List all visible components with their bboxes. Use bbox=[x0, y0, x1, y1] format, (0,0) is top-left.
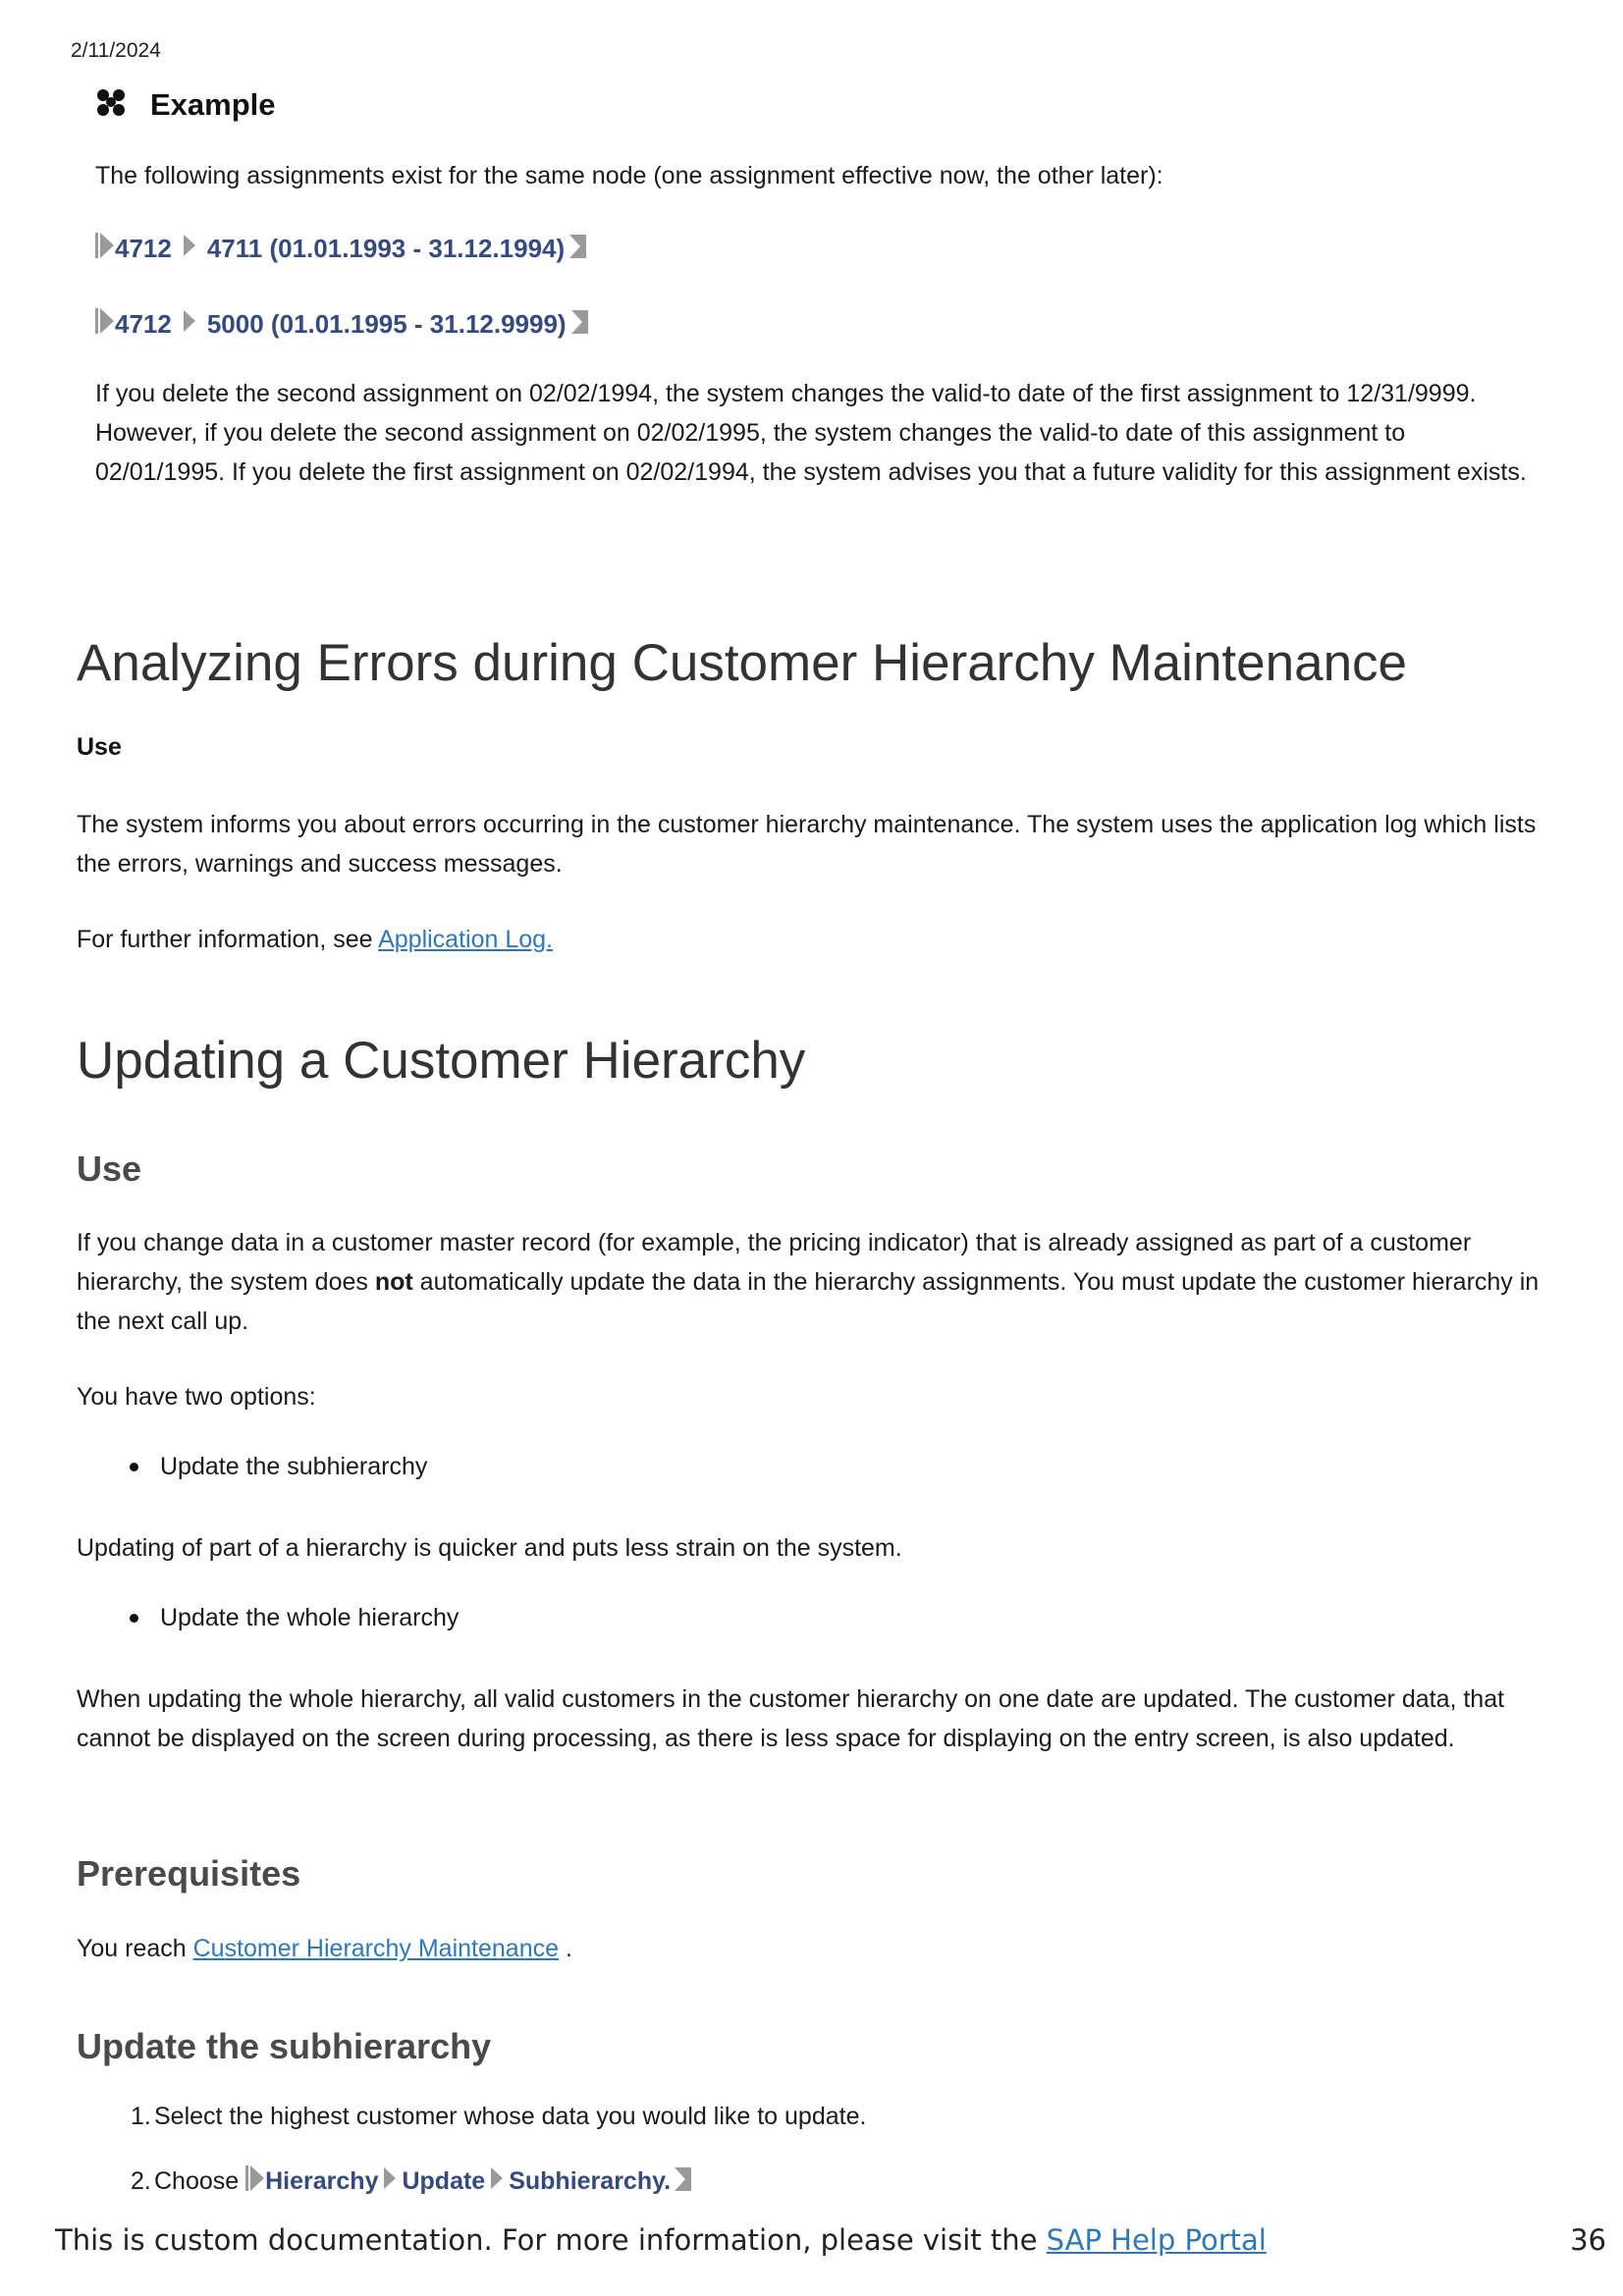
page-date: 2/11/2024 bbox=[71, 39, 161, 62]
bullet-dot bbox=[130, 1614, 138, 1623]
path-start-icon bbox=[95, 306, 115, 343]
prereq-body: You reach Customer Hierarchy Maintenance… bbox=[77, 1929, 1549, 1968]
path-node: 4712 bbox=[115, 309, 172, 339]
menu-path-subhierarchy: Hierarchy Update Subhierarchy. bbox=[245, 2163, 693, 2200]
example-explanation: If you delete the second assignment on 0… bbox=[95, 380, 1527, 486]
application-log-link[interactable]: Application Log. bbox=[378, 926, 553, 953]
path-end-icon bbox=[674, 2163, 693, 2200]
chevron-right-icon bbox=[489, 2163, 505, 2200]
footer-text: This is custom documentation. For more i… bbox=[55, 2223, 1047, 2257]
option1-label: Update the subhierarchy bbox=[160, 1453, 428, 1480]
chevron-right-icon bbox=[182, 231, 197, 267]
bullet-dot bbox=[130, 1463, 138, 1471]
path-start-icon bbox=[245, 2163, 265, 2200]
option2-description: When updating the whole hierarchy, all v… bbox=[77, 1685, 1505, 1752]
errors-further-info: For further information, see Application… bbox=[77, 920, 1549, 959]
menu-path-1: 4712 4711 (01.01.1993 - 31.12.1994) bbox=[95, 231, 1548, 267]
section-title-update: Updating a Customer Hierarchy bbox=[77, 1032, 806, 1090]
page-footer: This is custom documentation. For more i… bbox=[55, 2223, 1606, 2257]
step-1: 1. Select the highest customer whose dat… bbox=[131, 2103, 867, 2131]
use-heading: Use bbox=[77, 1148, 142, 1189]
example-header: Example bbox=[95, 86, 1548, 123]
option2-label: Update the whole hierarchy bbox=[160, 1604, 460, 1631]
use-body: If you change data in a customer master … bbox=[77, 1223, 1549, 1341]
list-item: Update the whole hierarchy bbox=[130, 1604, 459, 1632]
example-intro: The following assignments exist for the … bbox=[95, 162, 1163, 189]
example-icon bbox=[95, 86, 129, 123]
path-node: 4712 bbox=[115, 234, 172, 263]
path-assignment: 4711 (01.01.1993 - 31.12.1994) bbox=[206, 234, 566, 263]
path-hierarchy: Hierarchy bbox=[265, 2167, 379, 2195]
step-number: 2. bbox=[131, 2167, 151, 2195]
path-end-icon bbox=[570, 306, 590, 343]
prereq-suffix: . bbox=[559, 1935, 572, 1962]
path-assignment: 5000 (01.01.1995 - 31.12.9999) bbox=[206, 309, 567, 339]
options-intro: You have two options: bbox=[77, 1383, 316, 1411]
path-update: Update bbox=[402, 2167, 486, 2195]
customer-hierarchy-maintenance-link[interactable]: Customer Hierarchy Maintenance bbox=[193, 1935, 559, 1962]
step-2-prefix: Choose bbox=[154, 2167, 246, 2195]
menu-path-2: 4712 5000 (01.01.1995 - 31.12.9999) bbox=[95, 306, 1548, 343]
example-title: Example bbox=[150, 86, 276, 122]
step-1-text: Select the highest customer whose data y… bbox=[154, 2103, 867, 2130]
option1-description: Updating of part of a hierarchy is quick… bbox=[77, 1534, 902, 1562]
page-number: 36 bbox=[1570, 2223, 1606, 2257]
prereq-heading: Prerequisites bbox=[77, 1853, 301, 1894]
section-title-errors: Analyzing Errors during Customer Hierarc… bbox=[77, 634, 1408, 692]
path-subhierarchy: Subhierarchy. bbox=[509, 2167, 672, 2195]
chevron-right-icon bbox=[182, 306, 197, 343]
further-prefix: For further information, see bbox=[77, 926, 379, 953]
path-start-icon bbox=[95, 231, 115, 267]
path-end-icon bbox=[568, 231, 588, 267]
errors-body: The system informs you about errors occu… bbox=[77, 811, 1537, 878]
chevron-right-icon bbox=[382, 2163, 398, 2200]
sap-help-portal-link[interactable]: SAP Help Portal bbox=[1047, 2223, 1267, 2257]
prereq-prefix: You reach bbox=[77, 1935, 193, 1962]
use-label: Use bbox=[77, 733, 122, 761]
step-number: 1. bbox=[131, 2103, 151, 2130]
list-item: Update the subhierarchy bbox=[130, 1453, 427, 1481]
step-2: 2. Choose Hierarchy Update Subhierarchy. bbox=[131, 2163, 693, 2200]
subhierarchy-heading: Update the subhierarchy bbox=[77, 2026, 492, 2066]
example-block: Example The following assignments exist … bbox=[95, 86, 1548, 492]
use-body-bold: not bbox=[374, 1268, 413, 1296]
